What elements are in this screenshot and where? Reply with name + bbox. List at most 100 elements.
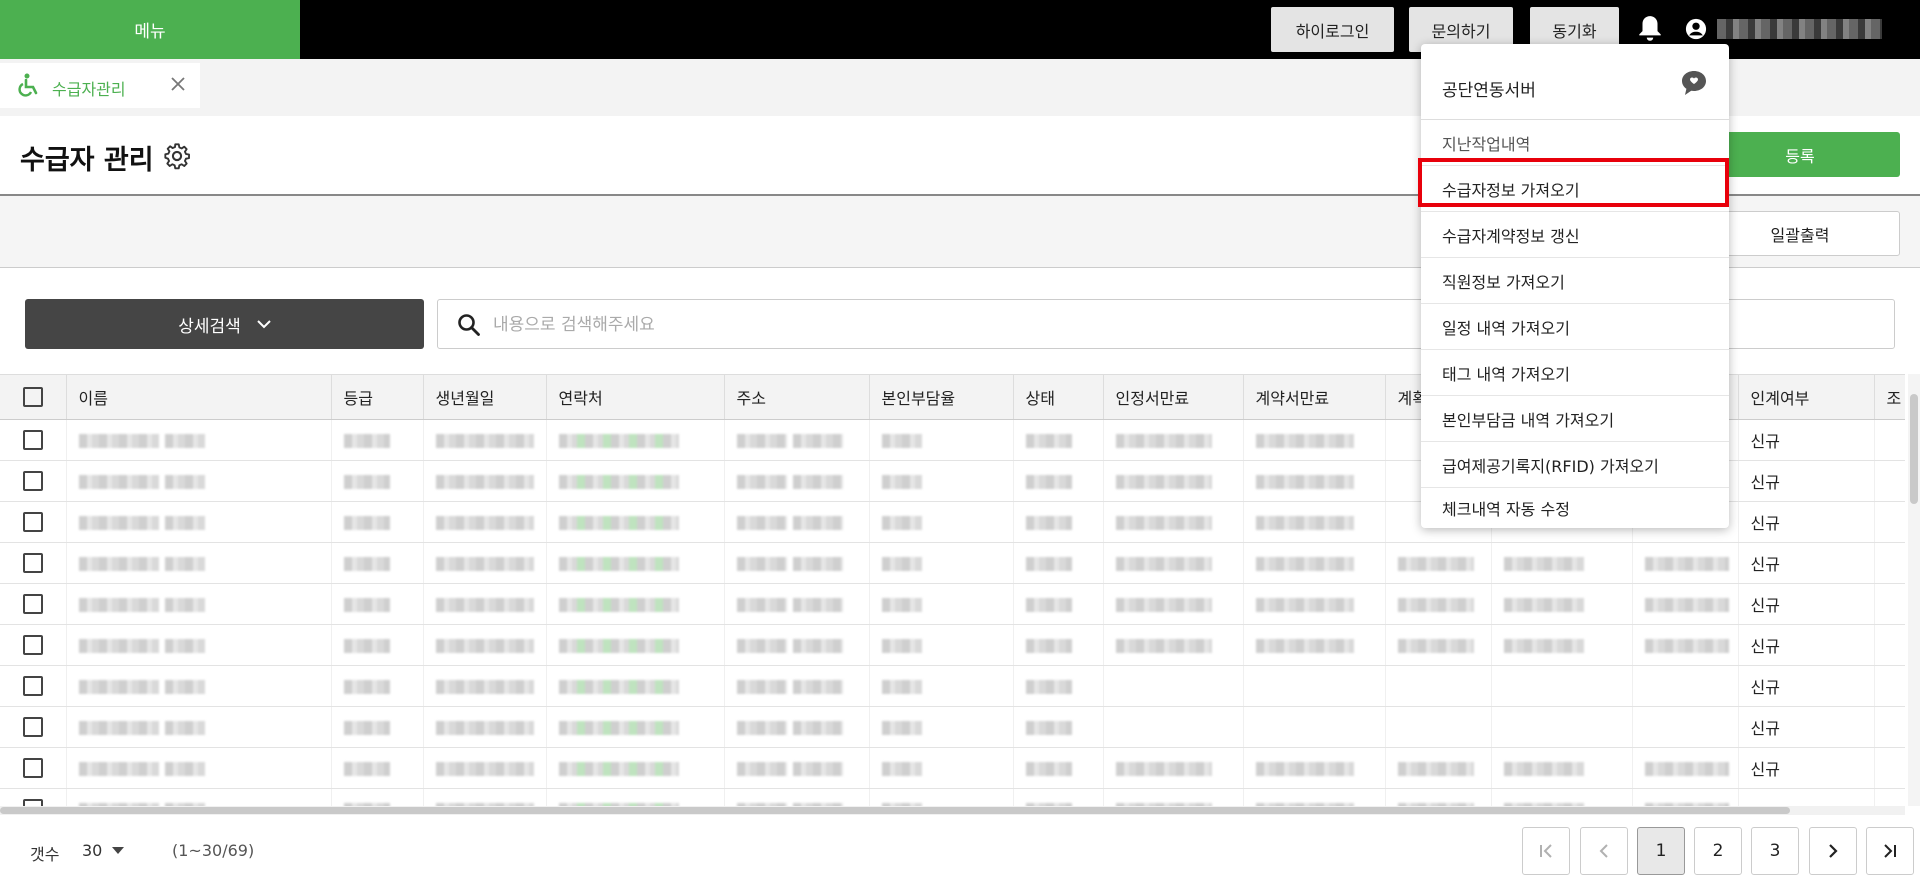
row-checkbox[interactable]	[22, 799, 43, 806]
column-header-copay-rate[interactable]: 본인부담율	[869, 374, 1014, 420]
menu-item-refresh-contract-info[interactable]: 수급자계약정보 갱신	[1421, 212, 1729, 258]
column-header-extra[interactable]: 조	[1874, 374, 1905, 420]
row-checkbox[interactable]	[22, 553, 43, 574]
register-button[interactable]: 등록	[1700, 132, 1900, 177]
menu-item-auto-fix-checks[interactable]: 체크내역 자동 수정	[1421, 488, 1729, 528]
column-header-address[interactable]: 주소	[724, 374, 870, 420]
row-checkbox[interactable]	[22, 717, 43, 738]
row-checkbox[interactable]	[22, 594, 43, 615]
column-header-name[interactable]: 이름	[66, 374, 332, 420]
record-range: (1~30/69)	[172, 841, 255, 860]
table-row[interactable]: 신규	[0, 665, 1905, 707]
redacted-value	[343, 762, 390, 776]
last-page-button[interactable]	[1866, 827, 1914, 875]
table-row[interactable]: 신규	[0, 583, 1905, 625]
redacted-value	[343, 598, 390, 612]
menu-item-fetch-recipient-info[interactable]: 수급자정보 가져오기	[1421, 166, 1729, 212]
menu-item-past-jobs[interactable]: 지난작업내역	[1421, 120, 1729, 166]
table-cell	[1874, 542, 1905, 584]
table-row[interactable]: 신규	[0, 624, 1905, 666]
table-cell	[423, 419, 547, 461]
row-checkbox[interactable]	[22, 758, 43, 779]
user-name-redacted[interactable]	[1717, 19, 1882, 39]
advanced-search-label: 상세검색	[178, 316, 241, 337]
search-input[interactable]	[493, 310, 1293, 340]
column-header-handover[interactable]: 인계여부	[1738, 374, 1875, 420]
table-row[interactable]: 신규	[0, 747, 1905, 789]
horizontal-scrollbar[interactable]	[0, 806, 1905, 815]
table-cell	[869, 501, 1014, 543]
table-cell	[1874, 747, 1905, 789]
table-row[interactable]: 신규	[0, 706, 1905, 748]
row-checkbox-cell[interactable]	[0, 624, 67, 666]
redacted-value	[558, 557, 679, 571]
gear-icon[interactable]	[163, 142, 191, 170]
bulk-print-button[interactable]: 일괄출력	[1700, 211, 1900, 256]
column-header-status[interactable]: 상태	[1013, 374, 1104, 420]
column-header-birthdate[interactable]: 생년월일	[423, 374, 547, 420]
menu-item-fetch-tags[interactable]: 태그 내역 가져오기	[1421, 350, 1729, 396]
row-checkbox-cell[interactable]	[0, 419, 67, 461]
page-button-2[interactable]: 2	[1694, 827, 1742, 875]
redacted-value	[736, 639, 787, 653]
chat-bubble-icon[interactable]	[1679, 68, 1709, 98]
table-cell	[1491, 706, 1633, 748]
row-checkbox[interactable]	[22, 471, 43, 492]
advanced-search-button[interactable]: 상세검색	[25, 299, 424, 349]
row-checkbox[interactable]	[22, 676, 43, 697]
column-header-contact[interactable]: 연락처	[546, 374, 725, 420]
first-page-button[interactable]	[1522, 827, 1570, 875]
column-header-contract-expiry[interactable]: 계약서만료	[1243, 374, 1386, 420]
prev-page-button[interactable]	[1580, 827, 1628, 875]
redacted-value	[164, 721, 205, 735]
table-row[interactable]: 신규	[0, 542, 1905, 584]
vertical-scrollbar-thumb[interactable]	[1910, 394, 1918, 504]
menu-item-fetch-staff-info[interactable]: 직원정보 가져오기	[1421, 258, 1729, 304]
select-all-checkbox[interactable]	[22, 387, 43, 408]
table-cell	[724, 665, 870, 707]
page-button-1[interactable]: 1	[1637, 827, 1685, 875]
row-checkbox-cell[interactable]	[0, 583, 67, 625]
horizontal-scrollbar-thumb[interactable]	[0, 807, 1790, 814]
column-header-certificate-expiry[interactable]: 인정서만료	[1103, 374, 1244, 420]
redacted-value	[1255, 598, 1354, 612]
bell-icon[interactable]	[1637, 14, 1663, 44]
menu-item-fetch-copay[interactable]: 본인부담금 내역 가져오기	[1421, 396, 1729, 442]
table-cell	[1491, 747, 1633, 789]
page-button-3[interactable]: 3	[1751, 827, 1799, 875]
select-all-checkbox-cell[interactable]	[0, 374, 67, 420]
redacted-value	[1503, 598, 1584, 612]
tab-recipient-management[interactable]: 수급자관리	[0, 63, 200, 108]
redacted-value	[736, 475, 787, 489]
vertical-scrollbar[interactable]	[1908, 374, 1920, 806]
row-checkbox-cell[interactable]	[0, 665, 67, 707]
row-checkbox-cell[interactable]	[0, 747, 67, 789]
table-row[interactable]	[0, 788, 1905, 806]
table-cell	[331, 665, 424, 707]
row-checkbox-cell[interactable]	[0, 542, 67, 584]
menu-item-fetch-rfid-records[interactable]: 급여제공기록지(RFID) 가져오기	[1421, 442, 1729, 488]
close-icon[interactable]	[168, 74, 188, 94]
row-checkbox[interactable]	[22, 512, 43, 533]
row-checkbox[interactable]	[22, 635, 43, 656]
redacted-value	[1644, 639, 1729, 653]
page-size-select[interactable]: 30	[82, 841, 125, 860]
redacted-value	[792, 598, 843, 612]
user-circle-icon[interactable]	[1685, 18, 1707, 40]
row-checkbox-cell[interactable]	[0, 788, 67, 806]
handover-status-cell	[1738, 788, 1875, 806]
menu-item-fetch-schedule[interactable]: 일정 내역 가져오기	[1421, 304, 1729, 350]
row-checkbox-cell[interactable]	[0, 501, 67, 543]
row-checkbox-cell[interactable]	[0, 706, 67, 748]
row-checkbox[interactable]	[22, 430, 43, 451]
column-header-grade[interactable]: 등급	[331, 374, 424, 420]
redacted-value	[1255, 434, 1354, 448]
search-icon	[458, 314, 480, 336]
hi-login-button[interactable]: 하이로그인	[1271, 7, 1394, 52]
redacted-value	[1025, 475, 1072, 489]
chevron-right-icon	[1829, 844, 1838, 858]
table-cell	[1013, 460, 1104, 502]
row-checkbox-cell[interactable]	[0, 460, 67, 502]
menu-button[interactable]: 메뉴	[0, 0, 300, 59]
next-page-button[interactable]	[1809, 827, 1857, 875]
